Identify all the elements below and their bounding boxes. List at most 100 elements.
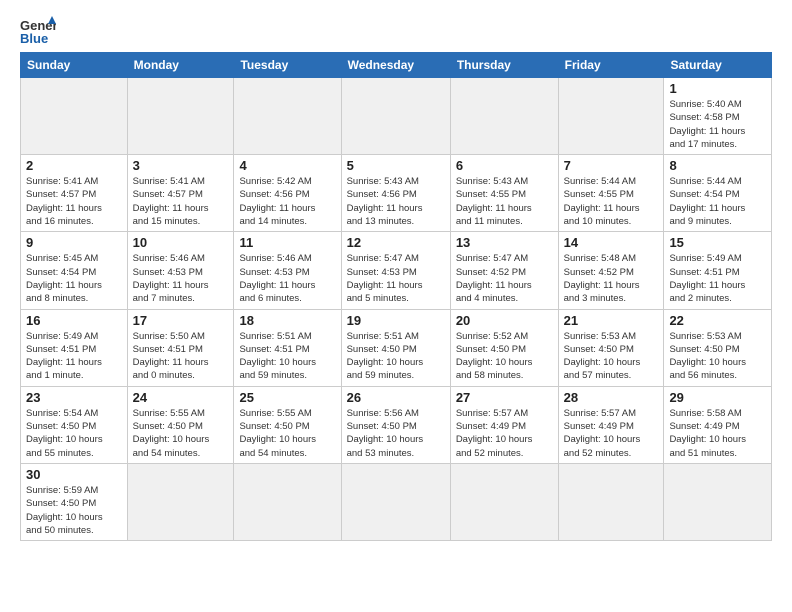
day-cell: 20 Sunrise: 5:52 AMSunset: 4:50 PMDayligh…	[450, 309, 558, 386]
day-number: 23	[26, 390, 122, 405]
day-number: 14	[564, 235, 659, 250]
day-number: 10	[133, 235, 229, 250]
day-number: 27	[456, 390, 553, 405]
day-info: Sunrise: 5:41 AMSunset: 4:57 PMDaylight:…	[26, 175, 122, 228]
day-info: Sunrise: 5:57 AMSunset: 4:49 PMDaylight:…	[456, 407, 553, 460]
calendar-page: General Blue SundayMondayTuesdayWednesda…	[0, 0, 792, 612]
day-number: 21	[564, 313, 659, 328]
day-cell	[450, 463, 558, 540]
day-number: 4	[239, 158, 335, 173]
day-cell	[127, 463, 234, 540]
day-cell	[341, 78, 450, 155]
day-number: 1	[669, 81, 766, 96]
day-cell: 19 Sunrise: 5:51 AMSunset: 4:50 PMDayligh…	[341, 309, 450, 386]
day-info: Sunrise: 5:55 AMSunset: 4:50 PMDaylight:…	[239, 407, 335, 460]
day-number: 18	[239, 313, 335, 328]
logo-icon: General Blue	[20, 16, 56, 46]
week-row-2: 2 Sunrise: 5:41 AMSunset: 4:57 PMDaylight…	[21, 155, 772, 232]
day-info: Sunrise: 5:49 AMSunset: 4:51 PMDaylight:…	[26, 330, 122, 383]
day-number: 6	[456, 158, 553, 173]
day-number: 26	[347, 390, 445, 405]
day-number: 2	[26, 158, 122, 173]
day-number: 7	[564, 158, 659, 173]
day-number: 16	[26, 313, 122, 328]
day-info: Sunrise: 5:41 AMSunset: 4:57 PMDaylight:…	[133, 175, 229, 228]
day-number: 15	[669, 235, 766, 250]
weekday-header-monday: Monday	[127, 53, 234, 78]
day-info: Sunrise: 5:46 AMSunset: 4:53 PMDaylight:…	[133, 252, 229, 305]
week-row-3: 9Sunrise: 5:45 AMSunset: 4:54 PMDaylight…	[21, 232, 772, 309]
week-row-6: 30 Sunrise: 5:59 AMSunset: 4:50 PMDayligh…	[21, 463, 772, 540]
weekday-header-saturday: Saturday	[664, 53, 772, 78]
day-info: Sunrise: 5:44 AMSunset: 4:54 PMDaylight:…	[669, 175, 766, 228]
week-row-4: 16 Sunrise: 5:49 AMSunset: 4:51 PMDayligh…	[21, 309, 772, 386]
day-number: 28	[564, 390, 659, 405]
day-number: 30	[26, 467, 122, 482]
day-info: Sunrise: 5:47 AMSunset: 4:52 PMDaylight:…	[456, 252, 553, 305]
day-cell: 7 Sunrise: 5:44 AMSunset: 4:55 PMDaylight…	[558, 155, 664, 232]
day-cell: 30 Sunrise: 5:59 AMSunset: 4:50 PMDayligh…	[21, 463, 128, 540]
day-info: Sunrise: 5:56 AMSunset: 4:50 PMDaylight:…	[347, 407, 445, 460]
day-number: 8	[669, 158, 766, 173]
day-cell: 4Sunrise: 5:42 AMSunset: 4:56 PMDaylight…	[234, 155, 341, 232]
day-cell	[127, 78, 234, 155]
day-cell: 5Sunrise: 5:43 AMSunset: 4:56 PMDaylight…	[341, 155, 450, 232]
day-cell: 27 Sunrise: 5:57 AMSunset: 4:49 PMDayligh…	[450, 386, 558, 463]
day-number: 11	[239, 235, 335, 250]
weekday-header-sunday: Sunday	[21, 53, 128, 78]
day-number: 9	[26, 235, 122, 250]
day-info: Sunrise: 5:52 AMSunset: 4:50 PMDaylight:…	[456, 330, 553, 383]
day-number: 22	[669, 313, 766, 328]
day-info: Sunrise: 5:44 AMSunset: 4:55 PMDaylight:…	[564, 175, 659, 228]
day-info: Sunrise: 5:55 AMSunset: 4:50 PMDaylight:…	[133, 407, 229, 460]
day-cell: 2 Sunrise: 5:41 AMSunset: 4:57 PMDaylight…	[21, 155, 128, 232]
day-number: 20	[456, 313, 553, 328]
day-info: Sunrise: 5:53 AMSunset: 4:50 PMDaylight:…	[564, 330, 659, 383]
day-info: Sunrise: 5:57 AMSunset: 4:49 PMDaylight:…	[564, 407, 659, 460]
weekday-header-friday: Friday	[558, 53, 664, 78]
day-cell	[450, 78, 558, 155]
day-cell: 13 Sunrise: 5:47 AMSunset: 4:52 PMDayligh…	[450, 232, 558, 309]
day-cell: 29 Sunrise: 5:58 AMSunset: 4:49 PMDayligh…	[664, 386, 772, 463]
day-cell: 14Sunrise: 5:48 AMSunset: 4:52 PMDayligh…	[558, 232, 664, 309]
day-cell	[341, 463, 450, 540]
weekday-header-row: SundayMondayTuesdayWednesdayThursdayFrid…	[21, 53, 772, 78]
day-cell: 3 Sunrise: 5:41 AMSunset: 4:57 PMDaylight…	[127, 155, 234, 232]
day-info: Sunrise: 5:51 AMSunset: 4:50 PMDaylight:…	[347, 330, 445, 383]
day-cell: 15Sunrise: 5:49 AMSunset: 4:51 PMDayligh…	[664, 232, 772, 309]
day-number: 24	[133, 390, 229, 405]
weekday-header-tuesday: Tuesday	[234, 53, 341, 78]
day-cell: 23 Sunrise: 5:54 AMSunset: 4:50 PMDayligh…	[21, 386, 128, 463]
day-cell	[234, 463, 341, 540]
day-cell: 10 Sunrise: 5:46 AMSunset: 4:53 PMDayligh…	[127, 232, 234, 309]
day-info: Sunrise: 5:46 AMSunset: 4:53 PMDaylight:…	[239, 252, 335, 305]
day-info: Sunrise: 5:51 AMSunset: 4:51 PMDaylight:…	[239, 330, 335, 383]
day-cell: 8 Sunrise: 5:44 AMSunset: 4:54 PMDaylight…	[664, 155, 772, 232]
day-number: 19	[347, 313, 445, 328]
day-number: 13	[456, 235, 553, 250]
day-info: Sunrise: 5:47 AMSunset: 4:53 PMDaylight:…	[347, 252, 445, 305]
day-info: Sunrise: 5:40 AMSunset: 4:58 PMDaylight:…	[669, 98, 766, 151]
calendar-table: SundayMondayTuesdayWednesdayThursdayFrid…	[20, 52, 772, 541]
day-info: Sunrise: 5:43 AMSunset: 4:55 PMDaylight:…	[456, 175, 553, 228]
day-cell	[21, 78, 128, 155]
day-cell: 26 Sunrise: 5:56 AMSunset: 4:50 PMDayligh…	[341, 386, 450, 463]
week-row-1: 1 Sunrise: 5:40 AMSunset: 4:58 PMDaylight…	[21, 78, 772, 155]
day-cell	[558, 78, 664, 155]
day-cell	[664, 463, 772, 540]
day-cell: 16 Sunrise: 5:49 AMSunset: 4:51 PMDayligh…	[21, 309, 128, 386]
day-cell: 1 Sunrise: 5:40 AMSunset: 4:58 PMDaylight…	[664, 78, 772, 155]
day-info: Sunrise: 5:54 AMSunset: 4:50 PMDaylight:…	[26, 407, 122, 460]
day-number: 3	[133, 158, 229, 173]
logo: General Blue	[20, 16, 56, 46]
day-info: Sunrise: 5:59 AMSunset: 4:50 PMDaylight:…	[26, 484, 122, 537]
day-cell	[234, 78, 341, 155]
day-cell: 12Sunrise: 5:47 AMSunset: 4:53 PMDayligh…	[341, 232, 450, 309]
day-number: 5	[347, 158, 445, 173]
day-number: 29	[669, 390, 766, 405]
day-cell: 21 Sunrise: 5:53 AMSunset: 4:50 PMDayligh…	[558, 309, 664, 386]
week-row-5: 23 Sunrise: 5:54 AMSunset: 4:50 PMDayligh…	[21, 386, 772, 463]
day-number: 17	[133, 313, 229, 328]
weekday-header-thursday: Thursday	[450, 53, 558, 78]
day-info: Sunrise: 5:58 AMSunset: 4:49 PMDaylight:…	[669, 407, 766, 460]
